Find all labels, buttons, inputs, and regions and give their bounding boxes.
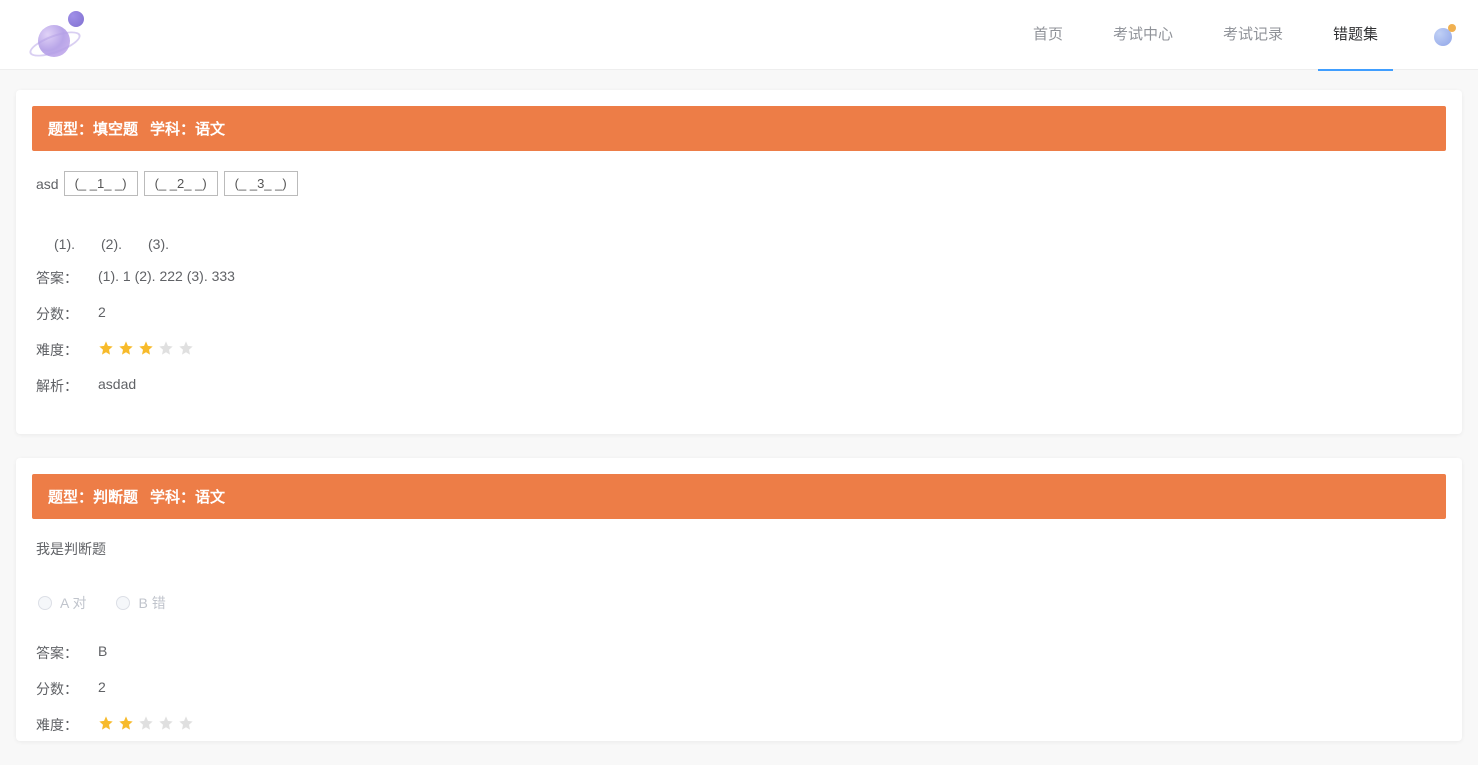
radio-icon xyxy=(38,596,52,610)
stem-text: 我是判断题 xyxy=(36,539,106,559)
nav-exam-record[interactable]: 考试记录 xyxy=(1213,0,1293,70)
difficulty-row: 难度： xyxy=(36,715,1442,735)
answer-value: B xyxy=(98,643,107,663)
question-header: 题型：填空题 学科：语文 xyxy=(32,106,1446,151)
star-icon xyxy=(98,340,114,356)
radio-option-a[interactable]: A 对 xyxy=(38,593,86,613)
planet-small-icon xyxy=(68,11,84,27)
star-icon xyxy=(138,715,154,731)
blank-3[interactable]: (_ _3_ _) xyxy=(224,171,298,196)
question-stem: asd (_ _1_ _) (_ _2_ _) (_ _3_ _) xyxy=(36,171,1442,196)
question-card: 题型：填空题 学科：语文 asd (_ _1_ _) (_ _2_ _) (_ … xyxy=(16,90,1462,434)
star-icon xyxy=(178,715,194,731)
radio-option-b[interactable]: B 错 xyxy=(116,593,165,613)
star-icon xyxy=(118,715,134,731)
star-icon xyxy=(178,340,194,356)
score-row: 分数： 2 xyxy=(36,679,1442,699)
blank-1[interactable]: (_ _1_ _) xyxy=(64,171,138,196)
stem-text: asd xyxy=(36,176,59,192)
question-stem: 我是判断题 xyxy=(36,539,1442,559)
decoration-icon xyxy=(1428,24,1458,46)
question-card: 题型：判断题 学科：语文 我是判断题 A 对 B 错 答案： B xyxy=(16,458,1462,741)
nav-wrong-set[interactable]: 错题集 xyxy=(1323,0,1388,70)
header: 首页 考试中心 考试记录 错题集 xyxy=(0,0,1478,70)
planet-icon xyxy=(38,25,70,57)
star-icon xyxy=(158,340,174,356)
user-answer-blanks: (1). (2). (3). xyxy=(54,236,1442,252)
analysis-value: asdad xyxy=(98,376,136,396)
score-row: 分数： 2 xyxy=(36,304,1442,324)
radio-group: A 对 B 错 xyxy=(38,593,1442,613)
difficulty-stars xyxy=(98,715,194,735)
score-value: 2 xyxy=(98,679,106,699)
nav: 首页 考试中心 考试记录 错题集 xyxy=(1023,0,1388,70)
nav-exam-center[interactable]: 考试中心 xyxy=(1103,0,1183,70)
star-icon xyxy=(158,715,174,731)
star-icon xyxy=(138,340,154,356)
question-header: 题型：判断题 学科：语文 xyxy=(32,474,1446,519)
answer-row: 答案： B xyxy=(36,643,1442,663)
score-value: 2 xyxy=(98,304,106,324)
analysis-row: 解析： asdad xyxy=(36,376,1442,396)
blank-2[interactable]: (_ _2_ _) xyxy=(144,171,218,196)
star-icon xyxy=(98,715,114,731)
radio-icon xyxy=(116,596,130,610)
nav-home[interactable]: 首页 xyxy=(1023,0,1073,70)
difficulty-row: 难度： xyxy=(36,340,1442,360)
star-icon xyxy=(118,340,134,356)
main-content: 题型：填空题 学科：语文 asd (_ _1_ _) (_ _2_ _) (_ … xyxy=(0,70,1478,741)
answer-row: 答案： (1). 1 (2). 222 (3). 333 xyxy=(36,268,1442,288)
answer-value: (1). 1 (2). 222 (3). 333 xyxy=(98,268,235,288)
logo xyxy=(20,5,100,65)
difficulty-stars xyxy=(98,340,194,360)
